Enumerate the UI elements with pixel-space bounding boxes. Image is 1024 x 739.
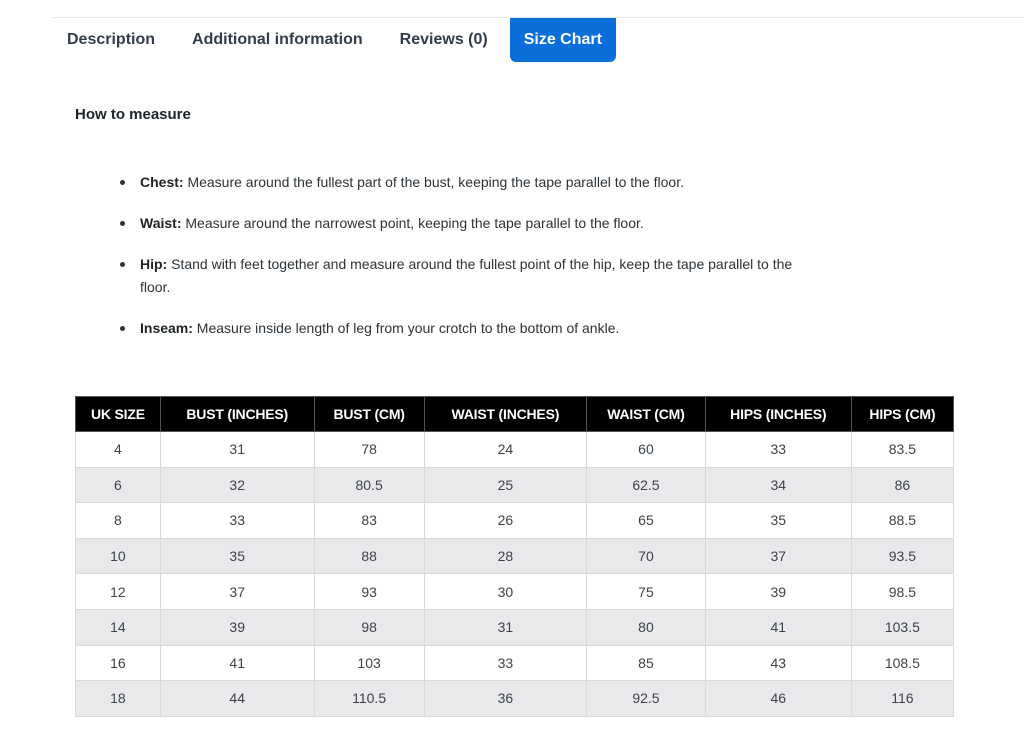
- table-cell: 80.5: [313, 466, 425, 504]
- table-cell: 4: [75, 431, 161, 468]
- table-cell: 93: [313, 573, 425, 610]
- tab-reviews[interactable]: Reviews (0): [381, 18, 510, 62]
- table-row: 8 33 83 26 65 35 88.5: [75, 502, 955, 539]
- table-cell: 88.5: [850, 502, 955, 539]
- table-cell: 39: [704, 573, 852, 610]
- table-cell: 88: [313, 537, 425, 575]
- list-item: Chest: Measure around the fullest part o…: [119, 171, 799, 194]
- tab-additional-information[interactable]: Additional information: [172, 18, 381, 62]
- table-cell: 33: [704, 431, 852, 468]
- table-cell: 80: [586, 608, 706, 646]
- table-cell: 26: [423, 502, 588, 539]
- table-header-row: UK SIZE BUST (INCHES) BUST (CM) WAIST (I…: [75, 396, 955, 432]
- list-item: Inseam: Measure inside length of leg fro…: [119, 317, 799, 340]
- table-row: 4 31 78 24 60 33 83.5: [75, 431, 955, 468]
- table-cell: 46: [704, 680, 852, 717]
- bullet-icon: [120, 180, 125, 185]
- table-cell: 116: [850, 680, 955, 717]
- table-row: 12 37 93 30 75 39 98.5: [75, 573, 955, 610]
- table-cell: 36: [423, 680, 588, 717]
- table-row: 16 41 103 33 85 43 108.5: [75, 644, 955, 682]
- table-row: 14 39 98 31 80 41 103.5: [75, 608, 955, 646]
- table-cell: 83: [313, 502, 425, 539]
- table-row: 10 35 88 28 70 37 93.5: [75, 537, 955, 575]
- table-cell: 93.5: [850, 537, 955, 575]
- table-cell: 70: [586, 537, 706, 575]
- table-cell: 98.5: [850, 573, 955, 610]
- measure-term: Waist:: [140, 215, 182, 231]
- table-cell: 86: [850, 466, 955, 504]
- table-cell: 44: [159, 680, 315, 717]
- table-cell: 31: [159, 431, 315, 468]
- table-cell: 62.5: [586, 466, 706, 504]
- table-cell: 103.5: [850, 608, 955, 646]
- measure-text: Measure around the narrowest point, keep…: [181, 215, 644, 231]
- measure-text: Measure around the fullest part of the b…: [183, 174, 684, 190]
- table-cell: 16: [75, 644, 161, 682]
- table-cell: 37: [159, 573, 315, 610]
- list-item: Waist: Measure around the narrowest poin…: [119, 212, 799, 235]
- table-cell: 28: [423, 537, 588, 575]
- table-cell: 41: [704, 608, 852, 646]
- table-cell: 37: [704, 537, 852, 575]
- table-cell: 98: [313, 608, 425, 646]
- table-cell: 33: [423, 644, 588, 682]
- measure-term: Inseam:: [140, 320, 193, 336]
- table-cell: 110.5: [313, 680, 425, 717]
- table-cell: 10: [75, 537, 161, 575]
- bullet-icon: [120, 221, 125, 226]
- table-row: 6 32 80.5 25 62.5 34 86: [75, 466, 955, 504]
- table-cell: 14: [75, 608, 161, 646]
- table-cell: 78: [313, 431, 425, 468]
- product-tabs: Description Additional information Revie…: [52, 18, 616, 62]
- column-header: BUST (CM): [313, 396, 425, 432]
- table-row: 18 44 110.5 36 92.5 46 116: [75, 680, 955, 717]
- column-header: HIPS (CM): [850, 396, 955, 432]
- table-cell: 34: [704, 466, 852, 504]
- table-cell: 32: [159, 466, 315, 504]
- measure-text: Stand with feet together and measure aro…: [140, 256, 793, 295]
- table-cell: 41: [159, 644, 315, 682]
- column-header: WAIST (INCHES): [423, 396, 588, 432]
- table-cell: 6: [75, 466, 161, 504]
- table-cell: 35: [159, 537, 315, 575]
- column-header: HIPS (INCHES): [704, 396, 852, 432]
- table-cell: 108.5: [850, 644, 955, 682]
- table-cell: 12: [75, 573, 161, 610]
- table-cell: 24: [423, 431, 588, 468]
- measure-text: Measure inside length of leg from your c…: [192, 320, 620, 336]
- section-heading: How to measure: [75, 106, 191, 123]
- size-chart-table: UK SIZE BUST (INCHES) BUST (CM) WAIST (I…: [75, 396, 955, 717]
- table-cell: 18: [75, 680, 161, 717]
- tab-size-chart[interactable]: Size Chart: [509, 18, 616, 62]
- column-header: WAIST (CM): [586, 396, 706, 432]
- table-cell: 35: [704, 502, 852, 539]
- column-header: BUST (INCHES): [159, 396, 315, 432]
- table-cell: 83.5: [850, 431, 955, 468]
- list-item: Hip: Stand with feet together and measur…: [119, 253, 799, 299]
- table-cell: 33: [159, 502, 315, 539]
- measure-instructions-list: Chest: Measure around the fullest part o…: [119, 171, 799, 358]
- table-cell: 25: [423, 466, 588, 504]
- bullet-icon: [120, 326, 125, 331]
- measure-term: Chest:: [140, 174, 184, 190]
- table-cell: 39: [159, 608, 315, 646]
- table-cell: 31: [423, 608, 588, 646]
- table-cell: 75: [586, 573, 706, 610]
- table-cell: 30: [423, 573, 588, 610]
- table-cell: 43: [704, 644, 852, 682]
- table-cell: 8: [75, 502, 161, 539]
- table-cell: 103: [313, 644, 425, 682]
- column-header: UK SIZE: [75, 396, 161, 432]
- tab-description[interactable]: Description: [52, 18, 172, 62]
- bullet-icon: [120, 262, 125, 267]
- table-cell: 65: [586, 502, 706, 539]
- table-cell: 60: [586, 431, 706, 468]
- measure-term: Hip:: [140, 256, 168, 272]
- table-cell: 92.5: [586, 680, 706, 717]
- table-body: 4 31 78 24 60 33 83.5 6 32 80.5 25 62.5 34 86 8 33 83 26 6…: [75, 431, 955, 717]
- table-cell: 85: [586, 644, 706, 682]
